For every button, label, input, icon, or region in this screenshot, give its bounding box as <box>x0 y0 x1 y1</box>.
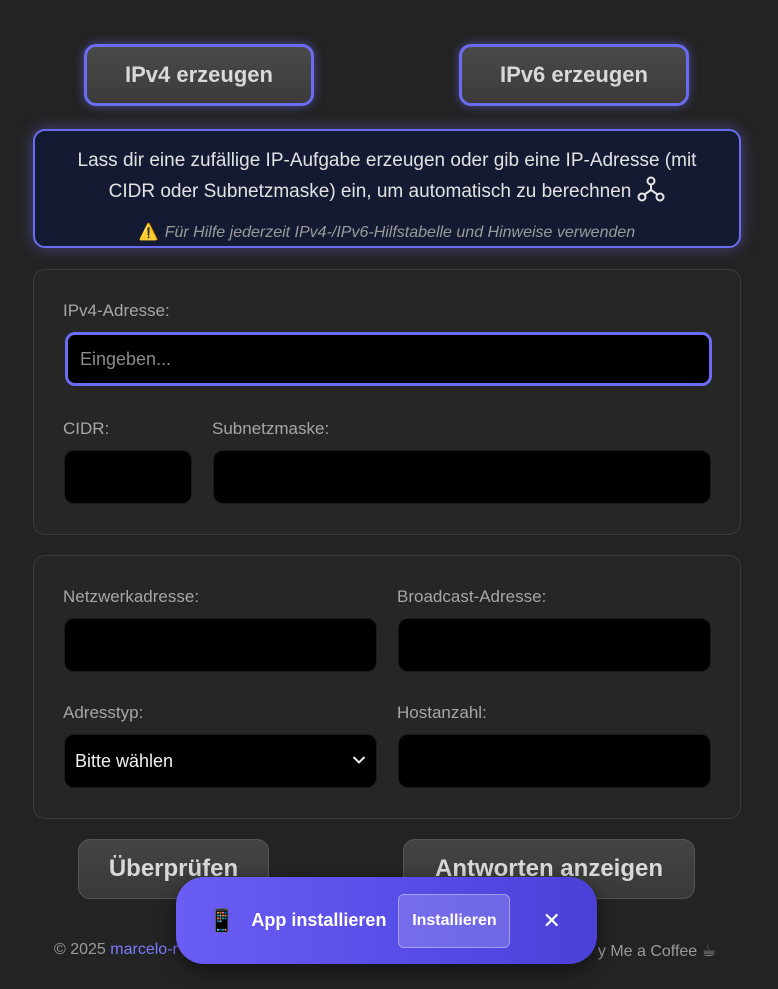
page: IPv4 erzeugen IPv6 erzeugen Lass dir ein… <box>0 0 778 989</box>
info-text: Lass dir eine zufällige IP-Aufgabe erzeu… <box>77 150 697 202</box>
phone-icon: 📱 <box>208 907 236 933</box>
subnet-mask-label: Subnetzmaske: <box>212 419 330 438</box>
info-hint-text: Für Hilfe jederzeit IPv4-/IPv6-Hilfstabe… <box>164 224 636 241</box>
address-type-selected: Bitte wählen <box>75 750 174 771</box>
subnet-mask-field-wrapper <box>213 450 711 504</box>
input-panel: IPv4-Adresse: CIDR: Subnetzmaske: <box>33 269 741 535</box>
broadcast-address-label: Broadcast-Adresse: <box>397 587 547 606</box>
network-icon <box>637 175 665 212</box>
ip-address-field-wrapper <box>65 332 712 386</box>
cidr-label: CIDR: <box>63 419 110 438</box>
install-toast-title: App installieren <box>251 910 387 930</box>
network-address-label: Netzwerkadresse: <box>63 587 200 606</box>
warning-icon: ⚠️ <box>138 224 159 241</box>
broadcast-address-input[interactable] <box>399 619 710 671</box>
generate-ipv4-button[interactable]: IPv4 erzeugen <box>84 44 314 106</box>
host-count-field-wrapper <box>398 734 711 788</box>
info-hint: ⚠️ Für Hilfe jederzeit IPv4-/IPv6-Hilfsta… <box>35 222 739 242</box>
address-type-label: Adresstyp: <box>63 703 144 722</box>
close-icon[interactable]: ✕ <box>542 908 560 934</box>
install-button[interactable]: Installieren <box>398 893 511 948</box>
network-address-input[interactable] <box>65 619 376 671</box>
generate-ipv6-button[interactable]: IPv6 erzeugen <box>459 44 689 106</box>
copyright-text: © 2025 <box>54 941 106 958</box>
author-link[interactable]: marcelo-r <box>110 941 178 958</box>
host-count-label: Hostanzahl: <box>397 703 487 722</box>
address-type-select[interactable]: Bitte wählen <box>64 734 377 788</box>
network-address-field-wrapper <box>64 618 377 672</box>
install-app-toast: 📱 App installieren Installieren ✕ <box>176 877 597 964</box>
ip-address-label: IPv4-Adresse: <box>63 301 170 320</box>
info-text-wrapper: Lass dir eine zufällige IP-Aufgabe erzeu… <box>35 146 739 212</box>
result-panel: Netzwerkadresse: Broadcast-Adresse: Adre… <box>33 555 741 819</box>
cidr-input[interactable] <box>65 451 191 503</box>
footer-copyright: © 2025 marcelo-r <box>54 941 178 959</box>
host-count-input[interactable] <box>399 735 710 787</box>
buy-me-a-coffee-link[interactable]: y Me a Coffee ☕ <box>598 941 716 961</box>
ip-address-input[interactable] <box>68 335 709 383</box>
subnet-mask-input[interactable] <box>214 451 710 503</box>
cidr-field-wrapper <box>64 450 192 504</box>
chevron-down-icon <box>352 752 366 770</box>
broadcast-address-field-wrapper <box>398 618 711 672</box>
info-box: Lass dir eine zufällige IP-Aufgabe erzeu… <box>33 129 741 248</box>
